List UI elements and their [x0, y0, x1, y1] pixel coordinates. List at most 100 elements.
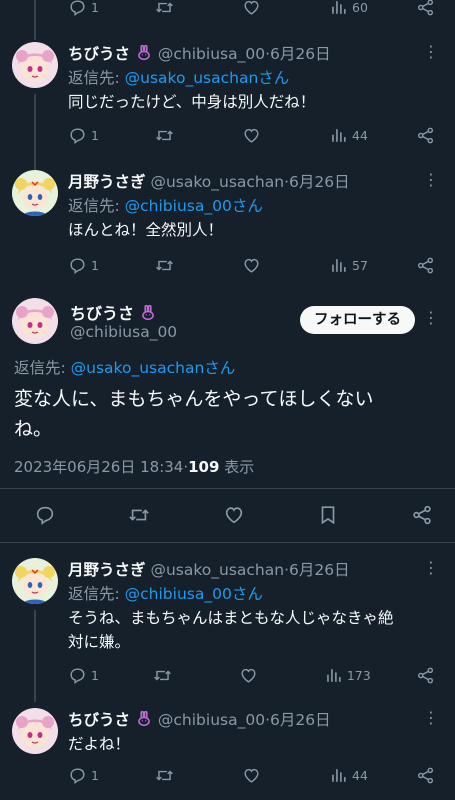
- tweet-header: ちびうさ @chibiusa_00·6月26日: [68, 42, 425, 64]
- tweet-header: ちびうさ @chibiusa_00·6月26日: [68, 708, 425, 730]
- retweet-button[interactable]: [155, 256, 195, 275]
- share-button[interactable]: [416, 666, 435, 685]
- handle[interactable]: @chibiusa_00: [158, 45, 265, 63]
- timestamp-row: 2023年06月26日 18:34·109 表示: [14, 456, 254, 477]
- reply-to: 返信先: @usako_usachanさん: [14, 356, 235, 378]
- timestamp[interactable]: 2023年06月26日 18:34: [14, 458, 183, 476]
- like-button[interactable]: [242, 766, 282, 785]
- tweet-5[interactable]: ちびうさ @chibiusa_00·6月26日 ⋮ だよね！ 1 44: [0, 708, 455, 800]
- reply-icon: [68, 0, 87, 17]
- retweet-button[interactable]: [155, 0, 195, 17]
- tweet-text: 同じだったけど、中身は別人だね！: [68, 93, 316, 111]
- tweet-text-line: そうね、まもちゃんはまともな人じゃなきゃ絶: [68, 609, 394, 627]
- bunny-emoji-icon: [139, 303, 157, 321]
- tweet-text-line: 変な人に、まもちゃんをやってほしくない: [14, 388, 374, 410]
- divider: [0, 488, 455, 489]
- handle[interactable]: @usako_usachan: [150, 173, 284, 191]
- reply-button[interactable]: 1: [68, 666, 108, 685]
- display-name[interactable]: ちびうさ: [70, 304, 134, 323]
- reply-to-link[interactable]: @chibiusa_00さん: [125, 197, 263, 215]
- tweet-1[interactable]: ちびうさ @chibiusa_00·6月26日 ⋮ 返信先: @usako_us…: [0, 42, 455, 170]
- like-button[interactable]: [242, 256, 282, 275]
- reply-button[interactable]: 1: [68, 766, 108, 785]
- reply-to-link[interactable]: @usako_usachanさん: [125, 69, 290, 87]
- display-name[interactable]: ちびうさ: [68, 45, 130, 63]
- share-button[interactable]: [416, 766, 435, 785]
- avatar-usagi[interactable]: [12, 558, 58, 604]
- views-icon: [324, 666, 343, 685]
- views-button[interactable]: 44: [329, 766, 369, 785]
- date[interactable]: 6月26日: [270, 45, 331, 63]
- more-options-icon[interactable]: ⋮: [423, 172, 439, 188]
- views-button[interactable]: 57: [329, 256, 369, 275]
- share-button[interactable]: [416, 126, 435, 145]
- views-button[interactable]: 60: [329, 0, 369, 17]
- share-button[interactable]: [416, 0, 435, 17]
- heart-icon: [242, 766, 261, 785]
- tweet-text: だよね！: [68, 735, 131, 753]
- tweet-actions: 1 44: [68, 764, 435, 786]
- tweet-header: 月野うさぎ @usako_usachan·6月26日: [68, 170, 425, 192]
- views-button[interactable]: 44: [329, 126, 369, 145]
- follow-button[interactable]: フォローする: [300, 306, 415, 334]
- retweet-icon: [153, 666, 172, 685]
- reply-button[interactable]: 1: [68, 126, 108, 145]
- heart-icon: [242, 256, 261, 275]
- retweet-icon[interactable]: [128, 504, 150, 526]
- reply-icon: [68, 766, 87, 785]
- display-name[interactable]: 月野うさぎ: [68, 561, 146, 579]
- like-button[interactable]: [242, 126, 282, 145]
- display-name[interactable]: ちびうさ: [68, 711, 130, 729]
- date[interactable]: 6月26日: [289, 173, 350, 191]
- handle[interactable]: @chibiusa_00: [158, 711, 265, 729]
- bunny-emoji-icon: [135, 709, 153, 727]
- heart-icon: [242, 126, 261, 145]
- reply-icon[interactable]: [34, 504, 56, 526]
- avatar-chibiusa[interactable]: [12, 298, 58, 344]
- like-button[interactable]: [239, 666, 279, 685]
- retweet-icon: [155, 126, 174, 145]
- more-options-icon[interactable]: ⋮: [423, 560, 439, 576]
- share-icon: [416, 0, 435, 17]
- avatar-chibiusa[interactable]: [12, 708, 58, 754]
- reply-to: 返信先: @chibiusa_00さん: [68, 582, 263, 604]
- views-button[interactable]: 173: [324, 666, 371, 685]
- share-icon[interactable]: [411, 504, 433, 526]
- reply-to-link[interactable]: @usako_usachanさん: [71, 359, 236, 377]
- main-tweet: ちびうさ @chibiusa_00 フォローする ⋮ 返信先: @usako_u…: [0, 288, 455, 538]
- main-actions: [34, 504, 433, 526]
- date[interactable]: 6月26日: [289, 561, 350, 579]
- retweet-button[interactable]: [155, 766, 195, 785]
- reply-icon: [68, 256, 87, 275]
- reply-button[interactable]: 1: [68, 0, 108, 17]
- share-button[interactable]: [416, 256, 435, 275]
- share-icon: [416, 766, 435, 785]
- retweet-icon: [155, 0, 174, 17]
- more-options-icon[interactable]: ⋮: [423, 710, 439, 726]
- more-options-icon[interactable]: ⋮: [423, 310, 439, 326]
- views-icon: [329, 256, 348, 275]
- thread-line: [34, 94, 36, 170]
- reply-prefix: 返信先:: [68, 197, 125, 215]
- heart-icon[interactable]: [223, 504, 245, 526]
- date[interactable]: 6月26日: [270, 711, 331, 729]
- avatar-usagi[interactable]: [12, 170, 58, 216]
- reply-button[interactable]: 1: [68, 256, 108, 275]
- reply-to-link[interactable]: @chibiusa_00さん: [125, 585, 263, 603]
- views-icon: [329, 126, 348, 145]
- avatar-chibiusa[interactable]: [12, 42, 58, 88]
- tweet-actions: 1 57: [68, 254, 435, 276]
- bunny-emoji-icon: [135, 43, 153, 61]
- like-button[interactable]: [242, 0, 282, 17]
- views-label: 表示: [224, 458, 255, 476]
- tweet-4[interactable]: 月野うさぎ @usako_usachan·6月26日 ⋮ 返信先: @chibi…: [0, 558, 455, 702]
- display-name[interactable]: 月野うさぎ: [68, 173, 146, 191]
- retweet-button[interactable]: [155, 126, 195, 145]
- tweet-2[interactable]: 月野うさぎ @usako_usachan·6月26日 ⋮ 返信先: @chibi…: [0, 170, 455, 280]
- handle[interactable]: @chibiusa_00: [70, 323, 177, 341]
- more-options-icon[interactable]: ⋮: [423, 44, 439, 60]
- bookmark-icon[interactable]: [317, 504, 339, 526]
- handle[interactable]: @usako_usachan: [150, 561, 284, 579]
- retweet-button[interactable]: [153, 666, 193, 685]
- views-icon: [329, 766, 348, 785]
